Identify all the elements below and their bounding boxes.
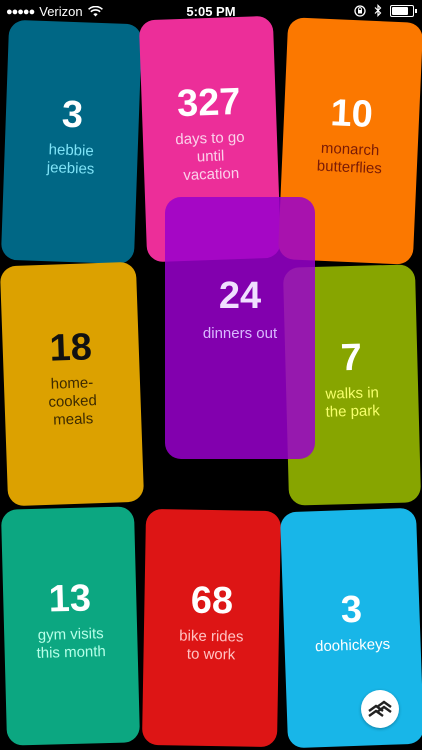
tile-count: 18 bbox=[48, 326, 93, 370]
tile-label: bike rides to work bbox=[179, 627, 244, 664]
tile-count: 327 bbox=[176, 80, 242, 126]
battery-level bbox=[392, 6, 409, 15]
tile-label: gym visits this month bbox=[36, 625, 106, 662]
bluetooth-icon bbox=[374, 4, 382, 17]
tile-label: walks in the park bbox=[325, 384, 381, 421]
orientation-lock-icon bbox=[354, 4, 366, 17]
tile-dinners-out[interactable]: 24 dinners out bbox=[165, 197, 315, 459]
tile-label: doohickeys bbox=[314, 635, 391, 656]
tile-label: monarch butterflies bbox=[316, 139, 383, 178]
tile-bike-rides[interactable]: 68 bike rides to work bbox=[141, 508, 282, 748]
share-arrows-icon bbox=[368, 700, 392, 717]
tile-home-cooked-meals[interactable]: 18 home-cooked meals bbox=[0, 261, 145, 507]
status-right bbox=[354, 4, 417, 17]
tile-count: 3 bbox=[340, 588, 363, 632]
tile-doohickeys[interactable]: 3 doohickeys bbox=[279, 507, 422, 749]
tile-label: days to go until vacation bbox=[175, 128, 245, 184]
battery-icon bbox=[390, 4, 417, 17]
tile-label: home-cooked meals bbox=[48, 374, 98, 429]
tile-gym-visits[interactable]: 13 gym visits this month bbox=[0, 506, 141, 746]
tile-count: 13 bbox=[48, 577, 92, 621]
tile-count: 3 bbox=[61, 93, 84, 137]
share-button[interactable] bbox=[361, 690, 399, 728]
tile-label: dinners out bbox=[202, 325, 278, 342]
tile-count: 24 bbox=[218, 275, 262, 317]
tile-count: 68 bbox=[190, 579, 234, 623]
tile-hebbie-jeebies[interactable]: 3 hebbie jeebies bbox=[0, 19, 143, 265]
tile-count: 10 bbox=[329, 92, 374, 136]
tile-count: 7 bbox=[340, 336, 363, 380]
tile-label: hebbie jeebies bbox=[46, 141, 95, 178]
